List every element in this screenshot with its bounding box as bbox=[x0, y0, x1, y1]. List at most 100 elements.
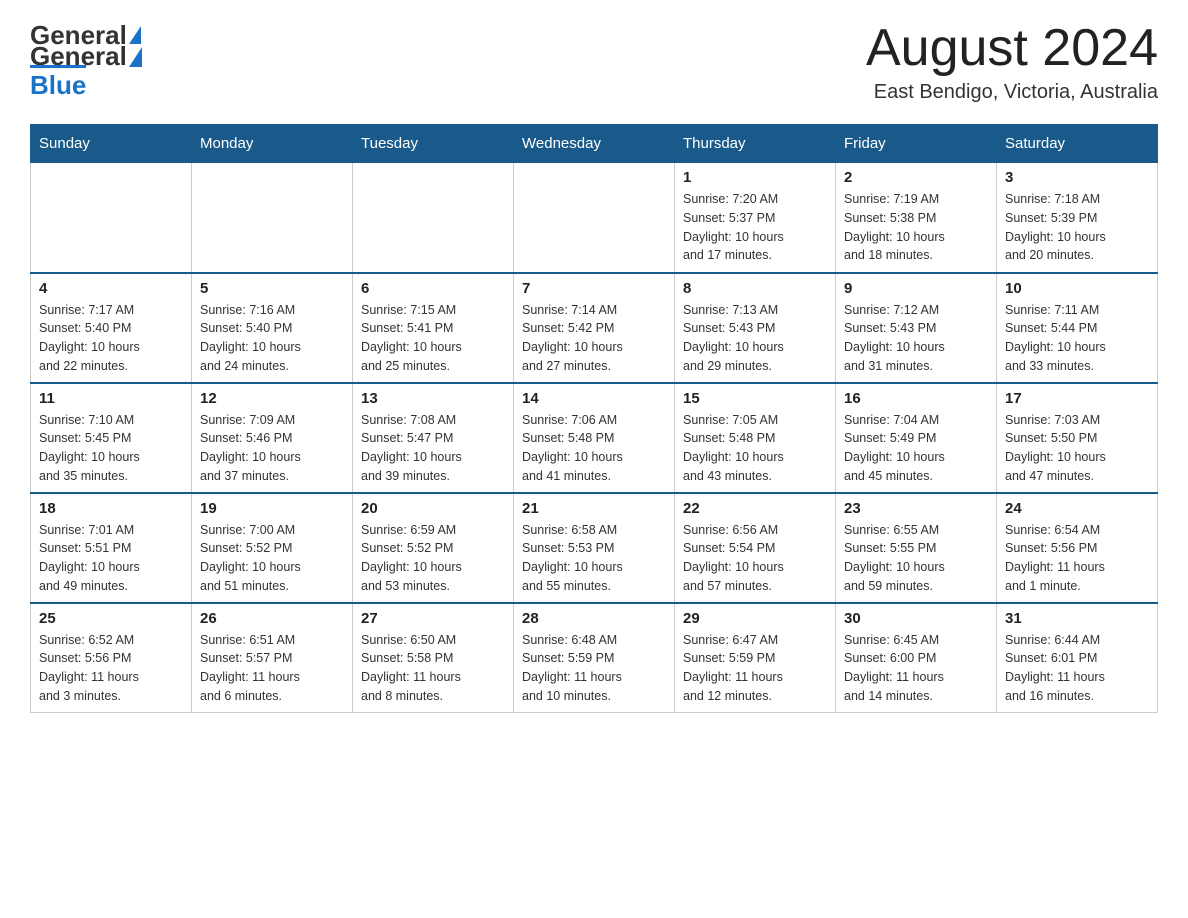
table-row: 21 Sunrise: 6:58 AMSunset: 5:53 PMDayligh… bbox=[514, 493, 675, 603]
day-number: 28 bbox=[522, 610, 666, 627]
day-number: 13 bbox=[361, 390, 505, 407]
table-row: 17Sunrise: 7:03 AMSunset: 5:50 PMDayligh… bbox=[997, 383, 1158, 493]
day-info: Sunrise: 7:17 AMSunset: 5:40 PMDaylight:… bbox=[39, 301, 183, 376]
day-number: 27 bbox=[361, 610, 505, 627]
day-number: 3 bbox=[1005, 169, 1149, 186]
col-saturday: Saturday bbox=[997, 125, 1158, 163]
table-row: 4 Sunrise: 7:17 AMSunset: 5:40 PMDaylight… bbox=[31, 273, 192, 383]
day-number: 17 bbox=[1005, 390, 1149, 407]
table-row: 1 Sunrise: 7:20 AMSunset: 5:37 PMDaylight… bbox=[675, 163, 836, 273]
day-number: 1 bbox=[683, 169, 827, 186]
day-number: 22 bbox=[683, 500, 827, 517]
col-monday: Monday bbox=[192, 125, 353, 163]
day-number: 15 bbox=[683, 390, 827, 407]
day-number: 25 bbox=[39, 610, 183, 627]
day-number: 21 bbox=[522, 500, 666, 517]
logo-blue-text: Blue bbox=[30, 65, 86, 100]
day-info: Sunrise: 7:08 AMSunset: 5:47 PMDaylight:… bbox=[361, 411, 505, 486]
day-info: Sunrise: 7:11 AMSunset: 5:44 PMDaylight:… bbox=[1005, 301, 1149, 376]
col-thursday: Thursday bbox=[675, 125, 836, 163]
table-row: 7Sunrise: 7:14 AMSunset: 5:42 PMDaylight… bbox=[514, 273, 675, 383]
day-info: Sunrise: 7:09 AMSunset: 5:46 PMDaylight:… bbox=[200, 411, 344, 486]
day-number: 26 bbox=[200, 610, 344, 627]
calendar-week-row: 4 Sunrise: 7:17 AMSunset: 5:40 PMDaylight… bbox=[31, 273, 1158, 383]
header-right: August 2024 East Bendigo, Victoria, Aust… bbox=[866, 20, 1158, 104]
day-info: Sunrise: 6:47 AMSunset: 5:59 PMDaylight:… bbox=[683, 631, 827, 706]
table-row bbox=[31, 163, 192, 273]
day-number: 20 bbox=[361, 500, 505, 517]
day-number: 12 bbox=[200, 390, 344, 407]
table-row: 24 Sunrise: 6:54 AMSunset: 5:56 PMDayligh… bbox=[997, 493, 1158, 603]
calendar-week-row: 1 Sunrise: 7:20 AMSunset: 5:37 PMDaylight… bbox=[31, 163, 1158, 273]
day-number: 18 bbox=[39, 500, 183, 517]
day-number: 7 bbox=[522, 280, 666, 297]
day-info: Sunrise: 7:13 AMSunset: 5:43 PMDaylight:… bbox=[683, 301, 827, 376]
table-row: 13 Sunrise: 7:08 AMSunset: 5:47 PMDayligh… bbox=[353, 383, 514, 493]
day-number: 29 bbox=[683, 610, 827, 627]
day-number: 11 bbox=[39, 390, 183, 407]
page-header: General General Blue August 2024 East Be… bbox=[30, 20, 1158, 104]
table-row: 12 Sunrise: 7:09 AMSunset: 5:46 PMDayligh… bbox=[192, 383, 353, 493]
day-number: 8 bbox=[683, 280, 827, 297]
day-number: 6 bbox=[361, 280, 505, 297]
table-row: 18 Sunrise: 7:01 AMSunset: 5:51 PMDayligh… bbox=[31, 493, 192, 603]
calendar-week-row: 25 Sunrise: 6:52 AMSunset: 5:56 PMDayligh… bbox=[31, 603, 1158, 713]
table-row: 3 Sunrise: 7:18 AMSunset: 5:39 PMDaylight… bbox=[997, 163, 1158, 273]
table-row: 20 Sunrise: 6:59 AMSunset: 5:52 PMDayligh… bbox=[353, 493, 514, 603]
day-info: Sunrise: 7:00 AMSunset: 5:52 PMDaylight:… bbox=[200, 521, 344, 596]
table-row bbox=[514, 163, 675, 273]
table-row: 23Sunrise: 6:55 AMSunset: 5:55 PMDayligh… bbox=[836, 493, 997, 603]
day-info: Sunrise: 6:52 AMSunset: 5:56 PMDaylight:… bbox=[39, 631, 183, 706]
table-row: 6 Sunrise: 7:15 AMSunset: 5:41 PMDaylight… bbox=[353, 273, 514, 383]
logo: General General Blue bbox=[30, 20, 142, 101]
day-number: 31 bbox=[1005, 610, 1149, 627]
day-info: Sunrise: 7:12 AMSunset: 5:43 PMDaylight:… bbox=[844, 301, 988, 376]
day-info: Sunrise: 6:58 AMSunset: 5:53 PMDaylight:… bbox=[522, 521, 666, 596]
table-row: 16Sunrise: 7:04 AMSunset: 5:49 PMDayligh… bbox=[836, 383, 997, 493]
day-info: Sunrise: 7:20 AMSunset: 5:37 PMDaylight:… bbox=[683, 190, 827, 265]
day-info: Sunrise: 6:54 AMSunset: 5:56 PMDaylight:… bbox=[1005, 521, 1149, 596]
table-row: 19 Sunrise: 7:00 AMSunset: 5:52 PMDayligh… bbox=[192, 493, 353, 603]
day-number: 2 bbox=[844, 169, 988, 186]
day-number: 9 bbox=[844, 280, 988, 297]
day-info: Sunrise: 7:06 AMSunset: 5:48 PMDaylight:… bbox=[522, 411, 666, 486]
table-row: 26Sunrise: 6:51 AMSunset: 5:57 PMDayligh… bbox=[192, 603, 353, 713]
calendar-header-row: Sunday Monday Tuesday Wednesday Thursday… bbox=[31, 125, 1158, 163]
table-row: 5Sunrise: 7:16 AMSunset: 5:40 PMDaylight… bbox=[192, 273, 353, 383]
table-row: 2Sunrise: 7:19 AMSunset: 5:38 PMDaylight… bbox=[836, 163, 997, 273]
day-number: 24 bbox=[1005, 500, 1149, 517]
table-row: 10Sunrise: 7:11 AMSunset: 5:44 PMDayligh… bbox=[997, 273, 1158, 383]
day-info: Sunrise: 7:01 AMSunset: 5:51 PMDaylight:… bbox=[39, 521, 183, 596]
table-row bbox=[192, 163, 353, 273]
table-row: 30 Sunrise: 6:45 AMSunset: 6:00 PMDayligh… bbox=[836, 603, 997, 713]
day-info: Sunrise: 6:50 AMSunset: 5:58 PMDaylight:… bbox=[361, 631, 505, 706]
col-friday: Friday bbox=[836, 125, 997, 163]
table-row: 14 Sunrise: 7:06 AMSunset: 5:48 PMDayligh… bbox=[514, 383, 675, 493]
day-number: 16 bbox=[844, 390, 988, 407]
day-info: Sunrise: 6:44 AMSunset: 6:01 PMDaylight:… bbox=[1005, 631, 1149, 706]
table-row: 22Sunrise: 6:56 AMSunset: 5:54 PMDayligh… bbox=[675, 493, 836, 603]
day-number: 4 bbox=[39, 280, 183, 297]
logo-arrow-icon bbox=[129, 47, 142, 67]
day-number: 14 bbox=[522, 390, 666, 407]
table-row: 11 Sunrise: 7:10 AMSunset: 5:45 PMDayligh… bbox=[31, 383, 192, 493]
day-info: Sunrise: 7:15 AMSunset: 5:41 PMDaylight:… bbox=[361, 301, 505, 376]
day-info: Sunrise: 6:48 AMSunset: 5:59 PMDaylight:… bbox=[522, 631, 666, 706]
day-info: Sunrise: 7:10 AMSunset: 5:45 PMDaylight:… bbox=[39, 411, 183, 486]
day-number: 30 bbox=[844, 610, 988, 627]
table-row: 29 Sunrise: 6:47 AMSunset: 5:59 PMDayligh… bbox=[675, 603, 836, 713]
page-subtitle: East Bendigo, Victoria, Australia bbox=[866, 81, 1158, 104]
table-row bbox=[353, 163, 514, 273]
col-sunday: Sunday bbox=[31, 125, 192, 163]
table-row: 28 Sunrise: 6:48 AMSunset: 5:59 PMDayligh… bbox=[514, 603, 675, 713]
day-info: Sunrise: 6:59 AMSunset: 5:52 PMDaylight:… bbox=[361, 521, 505, 596]
table-row: 31 Sunrise: 6:44 AMSunset: 6:01 PMDayligh… bbox=[997, 603, 1158, 713]
day-info: Sunrise: 6:45 AMSunset: 6:00 PMDaylight:… bbox=[844, 631, 988, 706]
day-info: Sunrise: 7:16 AMSunset: 5:40 PMDaylight:… bbox=[200, 301, 344, 376]
table-row: 15Sunrise: 7:05 AMSunset: 5:48 PMDayligh… bbox=[675, 383, 836, 493]
day-info: Sunrise: 7:18 AMSunset: 5:39 PMDaylight:… bbox=[1005, 190, 1149, 265]
day-number: 19 bbox=[200, 500, 344, 517]
table-row: 25 Sunrise: 6:52 AMSunset: 5:56 PMDayligh… bbox=[31, 603, 192, 713]
day-info: Sunrise: 6:55 AMSunset: 5:55 PMDaylight:… bbox=[844, 521, 988, 596]
table-row: 8 Sunrise: 7:13 AMSunset: 5:43 PMDaylight… bbox=[675, 273, 836, 383]
